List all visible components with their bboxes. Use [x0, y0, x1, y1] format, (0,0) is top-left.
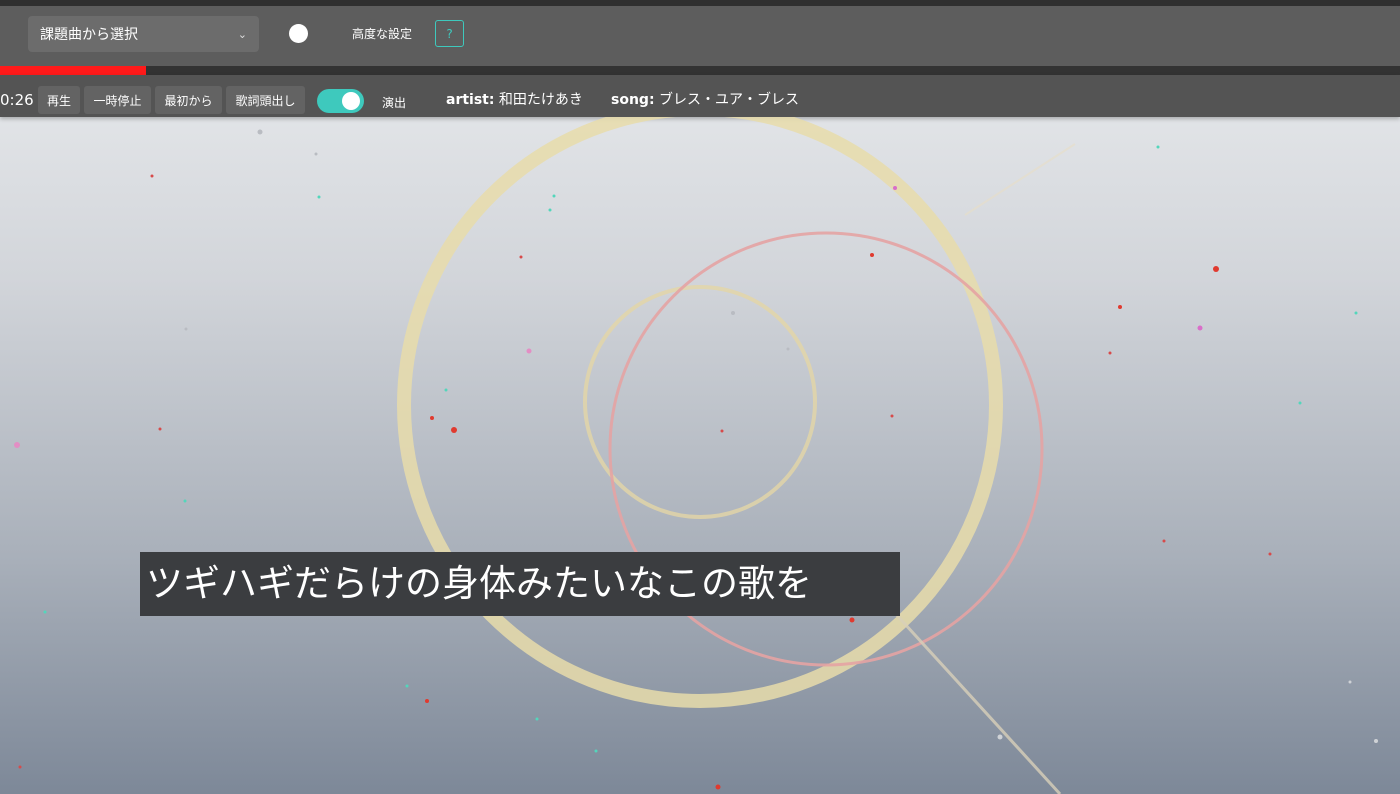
theme-toggle[interactable]	[289, 24, 308, 43]
song-select-label: 課題曲から選択	[40, 27, 138, 43]
effects-toggle[interactable]	[317, 89, 364, 113]
light-streak	[871, 587, 1062, 794]
help-button[interactable]: ?	[435, 20, 464, 47]
lyrics-cue-button[interactable]: 歌詞頭出し	[226, 86, 305, 114]
pause-button[interactable]: 一時停止	[84, 86, 151, 114]
artist-key: artist:	[446, 92, 495, 108]
progress-fill	[0, 66, 146, 75]
chevron-down-icon: ⌄	[237, 27, 247, 41]
lyric-display: ツギハギだらけの身体みたいなこの歌を	[140, 552, 900, 616]
small-yellow-ring	[583, 285, 817, 519]
song-title: ブレス・ユア・ブレス	[659, 92, 799, 108]
particles	[14, 129, 1378, 790]
progress-bar[interactable]	[0, 66, 1400, 75]
artist-name: 和田たけあき	[498, 92, 583, 108]
visualizer-stage: ツギハギだらけの身体みたいなこの歌を	[0, 117, 1400, 794]
advanced-settings-label[interactable]: 高度な設定	[352, 25, 412, 42]
song-select-dropdown[interactable]: 課題曲から選択 ⌄	[28, 16, 259, 52]
header-bar: 課題曲から選択 ⌄ 高度な設定 ?	[0, 6, 1400, 66]
control-bar: 0:26 再生 一時停止 最初から 歌詞頭出し 演出 artist: 和田たけあ…	[0, 75, 1400, 117]
song-key: song:	[611, 92, 655, 108]
effects-label: 演出	[382, 96, 407, 110]
light-streak	[964, 143, 1076, 216]
play-button[interactable]: 再生	[38, 86, 80, 114]
visualizer-graphics	[14, 117, 1378, 794]
playback-time: 0:26	[0, 91, 34, 109]
restart-button[interactable]: 最初から	[155, 86, 222, 114]
song-info: song: ブレス・ユア・ブレス	[611, 89, 799, 109]
effects-toggle-knob	[342, 92, 360, 110]
artist-info: artist: 和田たけあき	[446, 89, 583, 109]
